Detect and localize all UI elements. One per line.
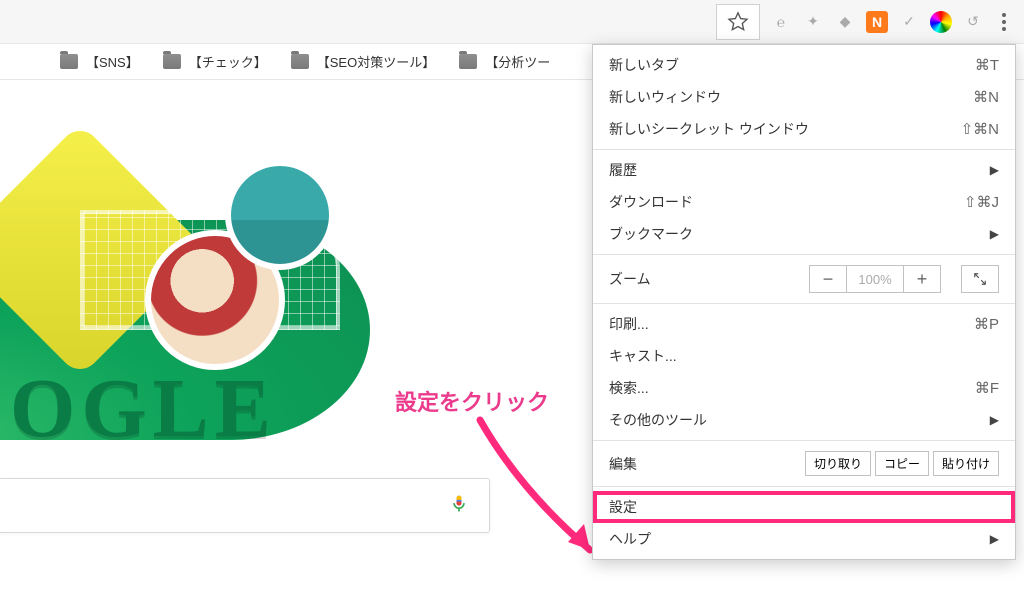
menu-cast[interactable]: キャスト...: [593, 340, 1015, 372]
submenu-arrow-icon: ▶: [990, 227, 999, 241]
submenu-arrow-icon: ▶: [990, 532, 999, 546]
menu-shortcut: ⇧⌘N: [961, 120, 999, 138]
menu-shortcut: ⌘P: [974, 315, 999, 333]
chrome-menu-button[interactable]: [992, 10, 1016, 34]
browser-top-bar: ℮ ✦ ◆ N ✓ ↺: [0, 0, 1024, 44]
menu-label: 設定: [609, 497, 637, 517]
folder-icon: [459, 54, 477, 69]
bookmark-folder-check[interactable]: 【チェック】: [163, 52, 267, 71]
menu-settings[interactable]: 設定: [593, 491, 1015, 523]
menu-label: 新しいシークレット ウインドウ: [609, 119, 809, 139]
menu-shortcut: ⌘F: [975, 379, 999, 397]
menu-label: その他のツール: [609, 410, 707, 430]
zoom-value: 100%: [847, 265, 903, 293]
menu-more-tools[interactable]: その他のツール ▶: [593, 404, 1015, 436]
menu-shortcut: ⌘T: [975, 56, 999, 74]
edit-cut-button[interactable]: 切り取り: [805, 451, 871, 476]
edit-copy-button[interactable]: コピー: [875, 451, 929, 476]
menu-label: 検索...: [609, 378, 649, 398]
chrome-menu-dropdown: 新しいタブ ⌘T 新しいウィンドウ ⌘N 新しいシークレット ウインドウ ⇧⌘N…: [592, 44, 1016, 560]
folder-icon: [291, 54, 309, 69]
menu-new-tab[interactable]: 新しいタブ ⌘T: [593, 49, 1015, 81]
edit-paste-button[interactable]: 貼り付け: [933, 451, 999, 476]
extension-icons: ℮ ✦ ◆ N ✓ ↺: [770, 11, 984, 33]
menu-label: 履歴: [609, 160, 637, 180]
menu-help[interactable]: ヘルプ ▶: [593, 523, 1015, 555]
search-box[interactable]: [0, 478, 490, 533]
ext-icon-1[interactable]: ℮: [770, 11, 792, 33]
menu-find[interactable]: 検索... ⌘F: [593, 372, 1015, 404]
menu-downloads[interactable]: ダウンロード ⇧⌘J: [593, 186, 1015, 218]
menu-shortcut: ⇧⌘J: [964, 193, 999, 211]
google-doodle[interactable]: OGLE: [0, 180, 400, 440]
ext-icon-6[interactable]: [930, 11, 952, 33]
menu-label: ダウンロード: [609, 192, 693, 212]
ext-icon-3[interactable]: ◆: [834, 11, 856, 33]
star-icon: [727, 11, 749, 33]
bookmark-star-button[interactable]: [716, 4, 760, 40]
bookmark-label: 【チェック】: [189, 52, 267, 71]
menu-zoom-row: ズーム − 100% +: [593, 259, 1015, 299]
bookmark-label: 【SNS】: [86, 52, 139, 71]
bookmark-folder-seo[interactable]: 【SEO対策ツール】: [291, 52, 435, 71]
bookmark-folder-sns[interactable]: 【SNS】: [60, 52, 139, 71]
ext-icon-5[interactable]: ✓: [898, 11, 920, 33]
menu-print[interactable]: 印刷... ⌘P: [593, 308, 1015, 340]
microphone-icon[interactable]: [449, 490, 469, 521]
bookmark-label: 【SEO対策ツール】: [317, 52, 435, 71]
submenu-arrow-icon: ▶: [990, 413, 999, 427]
bookmark-folder-analytics[interactable]: 【分析ツー: [459, 52, 550, 71]
ext-icon-7[interactable]: ↺: [962, 11, 984, 33]
menu-new-window[interactable]: 新しいウィンドウ ⌘N: [593, 81, 1015, 113]
menu-label: 編集: [609, 454, 637, 474]
menu-label: 印刷...: [609, 314, 649, 334]
ext-icon-2[interactable]: ✦: [802, 11, 824, 33]
doodle-letters: OGLE: [10, 360, 277, 457]
menu-label: ブックマーク: [609, 224, 693, 244]
fullscreen-icon: [973, 272, 987, 286]
menu-label: ヘルプ: [609, 529, 651, 549]
menu-bookmarks[interactable]: ブックマーク ▶: [593, 218, 1015, 250]
fullscreen-button[interactable]: [961, 265, 999, 293]
submenu-arrow-icon: ▶: [990, 163, 999, 177]
annotation-text: 設定をクリック: [395, 385, 549, 417]
menu-label: 新しいウィンドウ: [609, 87, 721, 107]
menu-new-incognito[interactable]: 新しいシークレット ウインドウ ⇧⌘N: [593, 113, 1015, 145]
folder-icon: [163, 54, 181, 69]
menu-label: 新しいタブ: [609, 55, 679, 75]
ext-icon-4[interactable]: N: [866, 11, 888, 33]
menu-edit-row: 編集 切り取り コピー 貼り付け: [593, 445, 1015, 482]
folder-icon: [60, 54, 78, 69]
menu-label: ズーム: [609, 269, 651, 289]
zoom-in-button[interactable]: +: [903, 265, 941, 293]
zoom-out-button[interactable]: −: [809, 265, 847, 293]
menu-label: キャスト...: [609, 346, 677, 366]
menu-history[interactable]: 履歴 ▶: [593, 154, 1015, 186]
menu-shortcut: ⌘N: [973, 88, 999, 106]
bookmark-label: 【分析ツー: [485, 52, 550, 71]
